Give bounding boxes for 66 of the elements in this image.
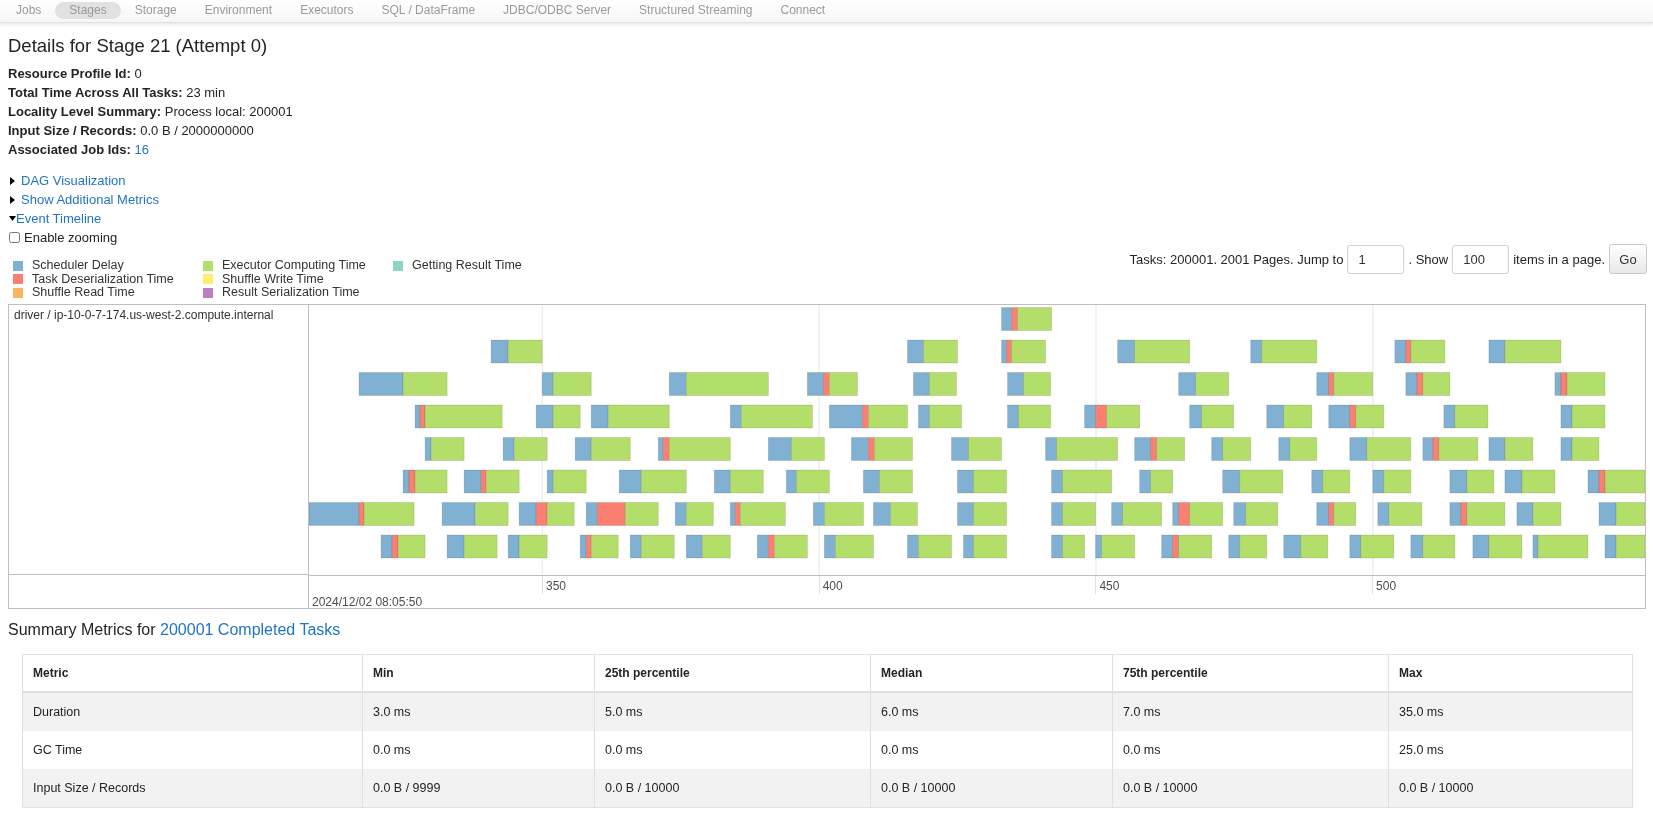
column-header: 25th percentile: [594, 654, 871, 692]
column-header: Max: [1388, 654, 1633, 692]
table-cell: Input Size / Records: [22, 768, 363, 807]
nav-tab[interactable]: Environment: [190, 2, 287, 19]
page-size-input[interactable]: 100: [1452, 244, 1510, 274]
axis-tick-label: 500: [1372, 575, 1397, 594]
table-cell: 7.0 ms: [1112, 691, 1389, 731]
table-cell: 0.0 B / 10000: [1388, 768, 1633, 807]
table-cell: 0.0 ms: [362, 730, 595, 769]
table-cell: 0.0 ms: [870, 730, 1113, 769]
table-cell: 0.0 B / 10000: [1112, 768, 1389, 807]
items-per-page-label: items in a page.: [1513, 251, 1605, 267]
column-header: Metric: [22, 654, 363, 692]
axis-tick-label: 350: [542, 575, 567, 594]
detail-line: Associated Job Ids: 16: [8, 141, 149, 159]
legend-label: Task Deserialization Time: [32, 272, 174, 286]
column-header: Min: [362, 654, 595, 692]
nav-tab[interactable]: Executors: [286, 2, 368, 19]
table-cell: 0.0 B / 10000: [870, 768, 1113, 807]
axis-date-label: 2024/12/02 08:05:50: [312, 594, 423, 608]
detail-line: Total Time Across All Tasks: 23 min: [8, 84, 226, 102]
table-cell: 0.0 ms: [594, 730, 871, 769]
axis-tick-label: 400: [818, 575, 843, 594]
nav-tab[interactable]: Connect: [766, 2, 840, 19]
checkbox-label: Enable zooming: [24, 230, 118, 245]
table-cell: Duration: [22, 691, 363, 731]
summary-heading: Summary Metrics for 200001 Completed Tasks: [8, 619, 341, 640]
legend-label: Result Serialization Time: [222, 286, 360, 300]
pagination-summary: Tasks: 200001. 2001 Pages. Jump to: [1129, 251, 1344, 267]
section-toggle[interactable]: DAG Visualization: [8, 171, 126, 190]
nav-tab[interactable]: Jobs: [2, 2, 56, 19]
table-cell: 0.0 B / 9999: [362, 768, 595, 807]
legend-label: Scheduler Delay: [32, 259, 124, 273]
executor-group-label: driver / ip-10-0-7-174.us-west-2.compute.internal: [14, 307, 274, 322]
nav-tab[interactable]: SQL / DataFrame: [367, 2, 490, 19]
show-label: . Show: [1408, 251, 1449, 267]
detail-line: Resource Profile Id: 0: [8, 65, 142, 83]
table-cell: GC Time: [22, 730, 363, 769]
nav-tab[interactable]: JDBC/ODBC Server: [489, 2, 626, 19]
legend-label: Shuffle Read Time: [32, 286, 135, 300]
nav-tab[interactable]: Structured Streaming: [625, 2, 767, 19]
column-header: Median: [870, 654, 1113, 692]
enable-zooming-checkbox[interactable]: [9, 232, 20, 243]
table-cell: 3.0 ms: [362, 691, 595, 731]
axis-tick-label: 450: [1095, 575, 1120, 594]
job-id-link[interactable]: 16: [134, 142, 149, 157]
section-toggle[interactable]: Show Additional Metrics: [8, 190, 159, 209]
column-header: 75th percentile: [1112, 654, 1389, 692]
nav-tab[interactable]: Storage: [120, 2, 191, 19]
detail-line: Locality Level Summary: Process local: 200001: [8, 103, 293, 121]
page-title: Details for Stage 21 (Attempt 0): [8, 34, 269, 58]
table-cell: 6.0 ms: [870, 691, 1113, 731]
legend-label: Executor Computing Time: [222, 259, 366, 273]
page-number-input[interactable]: 1: [1347, 244, 1405, 274]
nav-tab[interactable]: Stages: [55, 2, 121, 19]
detail-line: Input Size / Records: 0.0 B / 2000000000: [8, 122, 254, 140]
table-cell: 5.0 ms: [594, 691, 871, 731]
table-cell: 35.0 ms: [1388, 691, 1633, 731]
table-cell: 25.0 ms: [1388, 730, 1633, 769]
legend-label: Getting Result Time: [412, 259, 522, 273]
go-button[interactable]: Go: [1609, 244, 1647, 274]
legend-label: Shuffle Write Time: [222, 272, 324, 286]
table-cell: 0.0 ms: [1112, 730, 1389, 769]
completed-tasks-link[interactable]: 200001 Completed Tasks: [160, 620, 341, 638]
section-toggle[interactable]: Event Timeline: [8, 209, 102, 228]
table-cell: 0.0 B / 10000: [594, 768, 871, 807]
